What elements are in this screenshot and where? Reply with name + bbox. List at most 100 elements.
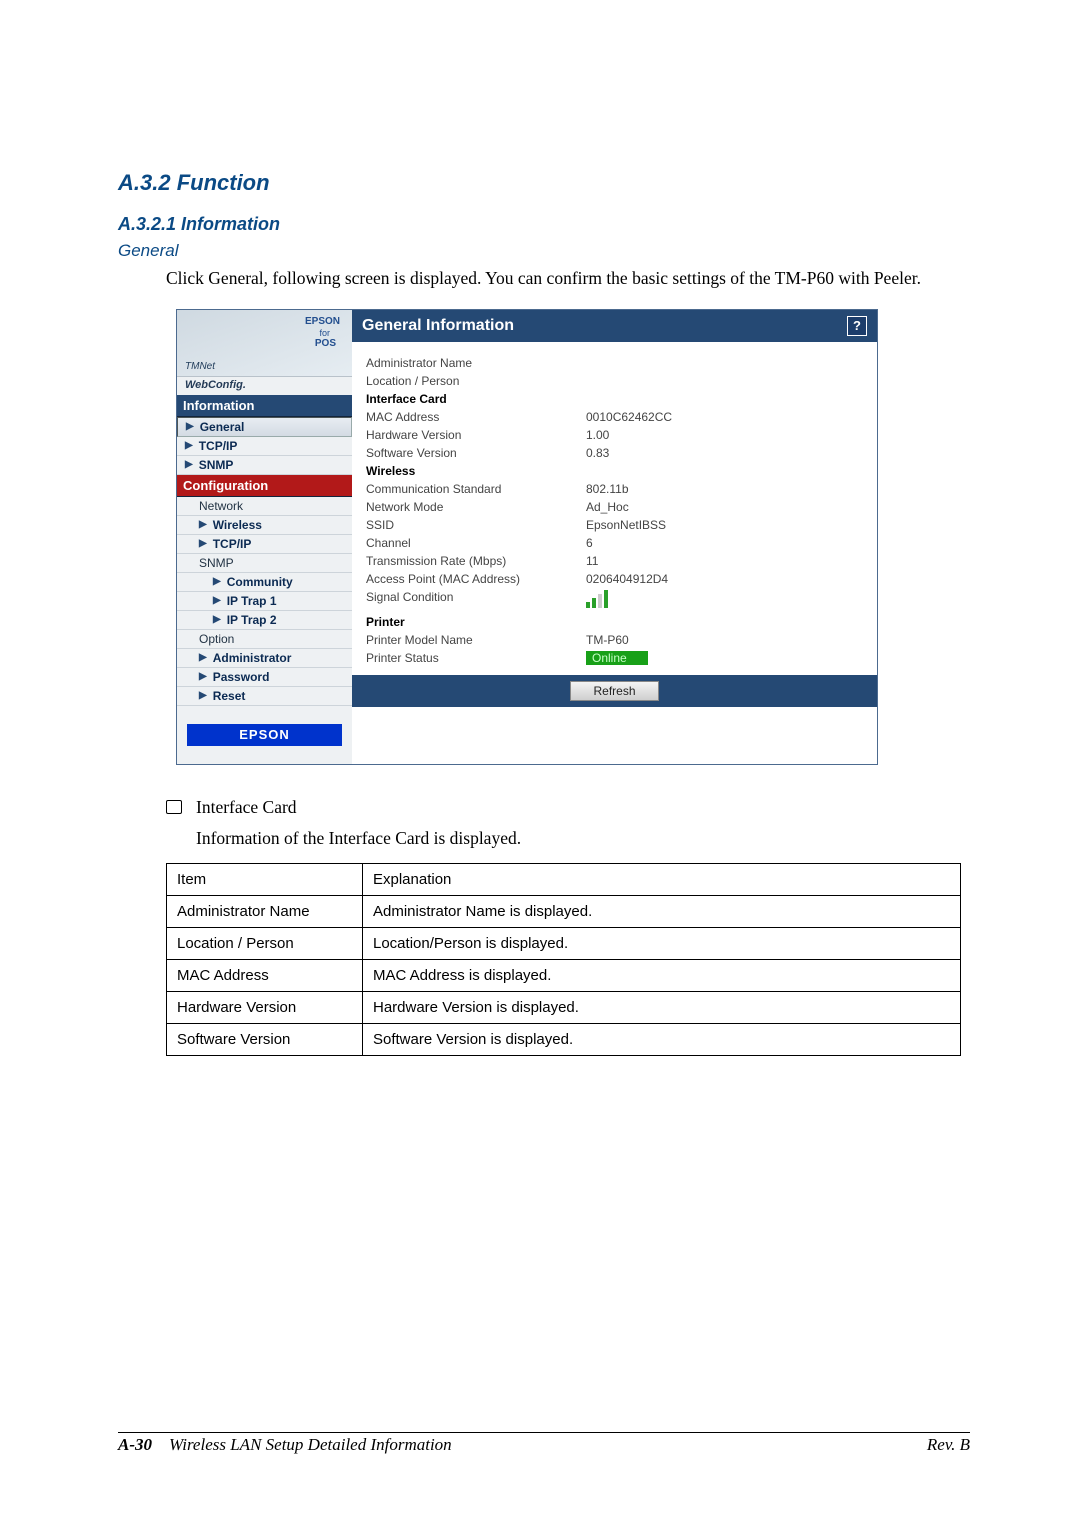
info-row: Channel6	[366, 534, 863, 552]
info-row: Administrator Name	[366, 354, 863, 372]
nav-label: Administrator	[213, 651, 292, 665]
arrow-icon: ▶	[213, 595, 221, 606]
table-row: Location / PersonLocation/Person is disp…	[167, 927, 961, 959]
panel-title: General Information	[362, 317, 514, 335]
info-group-heading: Wireless	[366, 462, 863, 480]
refresh-button[interactable]: Refresh	[570, 681, 658, 701]
info-row: Signal Condition	[366, 588, 863, 613]
table-cell: Administrator Name	[167, 895, 363, 927]
page-footer: A-30 Wireless LAN Setup Detailed Informa…	[118, 1432, 970, 1455]
status-value: Online	[586, 651, 863, 665]
nav-group-option: Option	[177, 630, 352, 649]
nav-label: Wireless	[213, 518, 262, 532]
info-label: Administrator Name	[366, 356, 586, 370]
nav-item-iptrap1[interactable]: ▶ IP Trap 1	[177, 592, 352, 611]
info-value: 0010C62462CC	[586, 410, 863, 424]
nav-label: Reset	[213, 689, 246, 703]
nav-label: TCP/IP	[213, 537, 252, 551]
logo-for: for	[319, 328, 330, 338]
panel-footer: Refresh	[352, 675, 877, 707]
nav-group-network: Network	[177, 497, 352, 516]
nav-item-snmp2: SNMP	[177, 554, 352, 573]
table-cell: MAC Address is displayed.	[363, 959, 961, 991]
panel-body: Administrator Name Location / Person Int…	[352, 342, 877, 675]
info-label: Wireless	[366, 464, 586, 478]
info-row: Transmission Rate (Mbps)11	[366, 552, 863, 570]
table-cell: Administrator Name is displayed.	[363, 895, 961, 927]
info-value: Ad_Hoc	[586, 500, 863, 514]
logo-brand: EPSON	[305, 316, 340, 327]
info-value	[586, 374, 863, 388]
info-value: 1.00	[586, 428, 863, 442]
webconfig-screenshot: EPSON for POS TMNet WebConfig. Informati…	[176, 309, 878, 765]
info-row: Software Version0.83	[366, 444, 863, 462]
nav-item-snmp[interactable]: ▶ SNMP	[177, 456, 352, 475]
table-header: Item	[167, 863, 363, 895]
nav-label: General	[200, 420, 245, 434]
nav-item-administrator[interactable]: ▶ Administrator	[177, 649, 352, 668]
info-value: 11	[586, 554, 863, 568]
info-row: Network ModeAd_Hoc	[366, 498, 863, 516]
arrow-icon: ▶	[199, 519, 207, 530]
info-label: MAC Address	[366, 410, 586, 424]
page-number: A-30	[118, 1435, 152, 1454]
info-label: Printer	[366, 615, 586, 629]
status-badge: Online	[586, 651, 648, 665]
info-label: Hardware Version	[366, 428, 586, 442]
table-cell: MAC Address	[167, 959, 363, 991]
nav-item-general[interactable]: ▶ General	[177, 417, 352, 437]
table-row: Hardware VersionHardware Version is disp…	[167, 991, 961, 1023]
nav-label: Password	[213, 670, 270, 684]
nav-item-wireless[interactable]: ▶ Wireless	[177, 516, 352, 535]
table-row: Software VersionSoftware Version is disp…	[167, 1023, 961, 1055]
info-label: Interface Card	[366, 392, 586, 406]
arrow-icon: ▶	[199, 652, 207, 663]
arrow-icon: ▶	[186, 421, 194, 432]
info-value: 802.11b	[586, 482, 863, 496]
info-label: Location / Person	[366, 374, 586, 388]
nav-item-community[interactable]: ▶ Community	[177, 573, 352, 592]
logo-area: EPSON for POS TMNet	[177, 310, 352, 377]
nav-label: Community	[227, 575, 293, 589]
bullet-item: Interface Card	[166, 797, 970, 818]
footer-title: Wireless LAN Setup Detailed Information	[169, 1435, 452, 1454]
nav-label: TCP/IP	[199, 439, 238, 453]
nav-item-password[interactable]: ▶ Password	[177, 668, 352, 687]
info-value	[586, 356, 863, 370]
info-group-heading: Interface Card	[366, 390, 863, 408]
table-cell: Hardware Version is displayed.	[363, 991, 961, 1023]
info-row: Communication Standard802.11b	[366, 480, 863, 498]
nav-cat-configuration[interactable]: Configuration	[177, 475, 352, 497]
table-row: MAC AddressMAC Address is displayed.	[167, 959, 961, 991]
info-label: Channel	[366, 536, 586, 550]
nav-item-tcpip2[interactable]: ▶ TCP/IP	[177, 535, 352, 554]
subsection-heading: A.3.2.1 Information	[118, 214, 970, 235]
arrow-icon: ▶	[213, 576, 221, 587]
info-row: MAC Address0010C62462CC	[366, 408, 863, 426]
info-label: Printer Status	[366, 651, 586, 665]
nav-item-tcpip[interactable]: ▶ TCP/IP	[177, 437, 352, 456]
help-icon[interactable]: ?	[847, 316, 867, 336]
arrow-icon: ▶	[199, 690, 207, 701]
nav-label: IP Trap 2	[227, 613, 277, 627]
signal-icon	[586, 590, 608, 608]
info-value: 0.83	[586, 446, 863, 460]
nav-label: SNMP	[199, 458, 234, 472]
nav-cat-information[interactable]: Information	[177, 395, 352, 417]
nav-label: IP Trap 1	[227, 594, 277, 608]
table-cell: Hardware Version	[167, 991, 363, 1023]
epson-logo-button[interactable]: EPSON	[187, 724, 342, 746]
info-group-heading: Printer	[366, 613, 863, 631]
info-row: Printer Model NameTM-P60	[366, 631, 863, 649]
nav-item-iptrap2[interactable]: ▶ IP Trap 2	[177, 611, 352, 630]
topic-heading: General	[118, 241, 970, 261]
signal-value	[586, 590, 863, 611]
info-value: 6	[586, 536, 863, 550]
section-heading: A.3.2 Function	[118, 170, 970, 196]
nav-item-reset[interactable]: ▶ Reset	[177, 687, 352, 706]
interface-card-table: Item Explanation Administrator NameAdmin…	[166, 863, 961, 1056]
info-row: Hardware Version1.00	[366, 426, 863, 444]
arrow-icon: ▶	[213, 614, 221, 625]
info-row: SSIDEpsonNetIBSS	[366, 516, 863, 534]
info-label: Signal Condition	[366, 590, 586, 611]
